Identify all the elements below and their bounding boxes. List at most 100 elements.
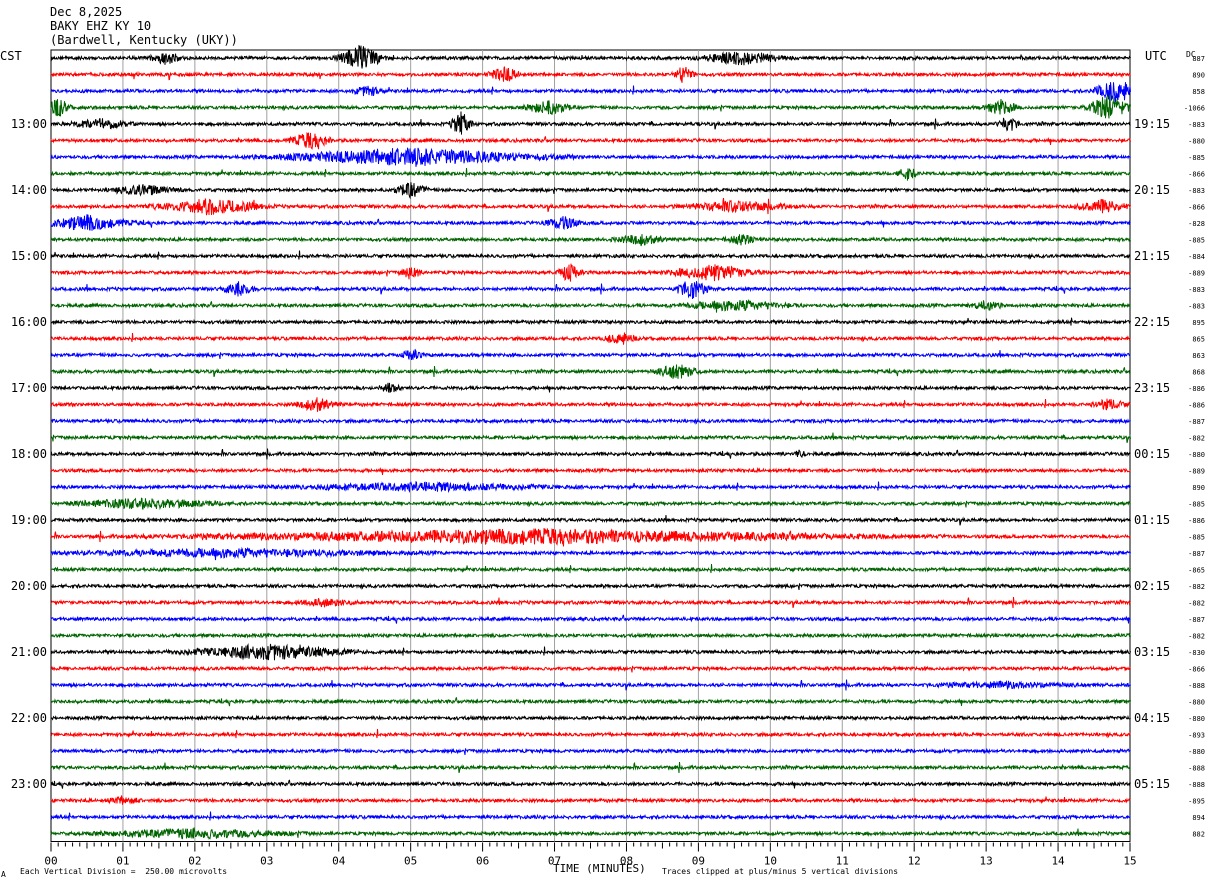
seismic-trace-23 <box>51 432 1131 443</box>
seismic-trace-11 <box>50 234 1131 247</box>
x-tick-label: 14 <box>1051 855 1065 868</box>
x-axis-label: TIME (MINUTES) <box>553 862 646 875</box>
dc-offset-value: -887 <box>1188 418 1205 426</box>
dc-offset-value: -883 <box>1188 187 1205 195</box>
seismic-trace-1 <box>50 66 1131 83</box>
seismic-trace-34 <box>50 614 1131 624</box>
seismic-trace-43 <box>50 761 1131 774</box>
dc-offset-value: -883 <box>1188 286 1205 294</box>
seismic-trace-29 <box>50 527 1131 547</box>
seismic-trace-12 <box>50 250 1131 260</box>
dc-offset-value: -882 <box>1188 600 1205 608</box>
seismic-trace-47 <box>50 827 1131 840</box>
left-hour-label: 23:00 <box>11 777 47 791</box>
seismic-trace-27 <box>50 497 1131 511</box>
left-hour-label: 19:00 <box>11 513 47 527</box>
dc-offset-value: 894 <box>1192 814 1205 822</box>
seismic-trace-5 <box>50 131 1131 150</box>
dc-offset-value: -889 <box>1188 468 1205 476</box>
seismic-trace-9 <box>50 197 1131 216</box>
x-tick-label: 05 <box>404 855 417 868</box>
dc-offset-value: -882 <box>1188 435 1205 443</box>
dc-offset-value: -883 <box>1188 303 1205 311</box>
plot-frame <box>50 49 1131 842</box>
seismic-trace-8 <box>50 182 1131 200</box>
seismic-trace-46 <box>50 811 1131 821</box>
seismic-trace-16 <box>50 317 1131 326</box>
seismic-trace-18 <box>50 348 1131 360</box>
dc-offset-value: -1066 <box>1184 105 1205 113</box>
seismic-trace-45 <box>50 795 1131 805</box>
scale-note: Each Vertical Division = 250.00 microvol… <box>20 867 228 876</box>
seismic-trace-13 <box>50 263 1131 282</box>
left-hour-label: 21:00 <box>11 645 47 659</box>
right-hour-label: 23:15 <box>1134 381 1170 395</box>
dc-offset-value: 865 <box>1192 336 1205 344</box>
dc-offset-value: 890 <box>1192 484 1205 492</box>
right-hour-label: 22:15 <box>1134 315 1170 329</box>
seismic-trace-15 <box>50 298 1131 313</box>
seismic-trace-3 <box>50 94 1131 119</box>
seismic-trace-14 <box>50 281 1131 300</box>
x-tick-label: 11 <box>836 855 849 868</box>
dc-offset-value: -880 <box>1188 138 1205 146</box>
left-hour-label: 15:00 <box>11 249 47 263</box>
dc-offset-value: -888 <box>1188 781 1205 789</box>
dc-offset-value: -885 <box>1188 534 1205 542</box>
dc-offset-value: 890 <box>1192 72 1205 80</box>
dc-offset-value: -888 <box>1188 765 1205 773</box>
right-hour-label: 21:15 <box>1134 249 1170 263</box>
dc-offset-value: -886 <box>1188 385 1205 393</box>
dc-offset-value: -880 <box>1188 748 1205 756</box>
dc-offset-value: -866 <box>1188 171 1205 179</box>
seismic-trace-38 <box>50 679 1131 691</box>
seismic-trace-42 <box>50 747 1131 755</box>
dc-offset-value: -887 <box>1188 616 1205 624</box>
dc-offset-value: -828 <box>1188 220 1205 228</box>
dc-offset-value: -886 <box>1188 402 1205 410</box>
dc-offset-value: -889 <box>1188 270 1205 278</box>
x-tick-label: 00 <box>44 855 57 868</box>
seismic-trace-2 <box>50 82 1131 103</box>
seismic-trace-19 <box>51 364 1131 379</box>
seismic-trace-0 <box>50 44 1131 69</box>
seismic-trace-37 <box>50 664 1131 673</box>
seismic-trace-20 <box>50 382 1131 393</box>
seismic-trace-17 <box>50 332 1131 345</box>
right-hour-label: 19:15 <box>1134 117 1170 131</box>
seismic-trace-31 <box>50 563 1131 574</box>
dc-offset-value: -886 <box>1188 517 1205 525</box>
x-tick-label: 13 <box>980 855 993 868</box>
right-hour-label: 03:15 <box>1134 645 1170 659</box>
left-hour-label: 17:00 <box>11 381 47 395</box>
corner-mark: A <box>1 870 6 879</box>
dc-offset-value: -887 <box>1188 550 1205 558</box>
right-hour-label: 05:15 <box>1134 777 1170 791</box>
left-hour-label: 22:00 <box>11 711 47 725</box>
dc-offset-value: -880 <box>1188 715 1205 723</box>
dc-offset-value: -866 <box>1188 204 1205 212</box>
left-hour-label: 18:00 <box>11 447 47 461</box>
dc-offset-value: -883 <box>1188 121 1205 129</box>
seismic-trace-44 <box>50 779 1131 789</box>
x-tick-label: 01 <box>116 855 129 868</box>
seismic-trace-21 <box>50 397 1131 412</box>
seismic-trace-4 <box>50 111 1131 135</box>
x-tick-label: 03 <box>260 855 273 868</box>
left-hour-label: 14:00 <box>11 183 47 197</box>
dc-offset-value: -866 <box>1188 666 1205 674</box>
helicorder-plot: 00 01 02 03 04 05 06 07 08 09 10 11 12 13 14 1513:0014:… <box>11 44 1205 868</box>
seismic-trace-32 <box>51 582 1131 590</box>
x-tick-label: 09 <box>692 855 705 868</box>
x-tick-label: 15 <box>1123 855 1136 868</box>
dc-offset-value: 895 <box>1192 319 1205 327</box>
dc-offset-value: -884 <box>1188 253 1205 261</box>
dc-offset-value: -880 <box>1188 699 1205 707</box>
dc-offset-value: -882 <box>1188 583 1205 591</box>
dc-offset-value: -893 <box>1188 732 1205 740</box>
right-hour-label: 00:15 <box>1134 447 1170 461</box>
dc-offset-value: -888 <box>1188 682 1205 690</box>
x-tick-label: 02 <box>188 855 201 868</box>
clip-note: Traces clipped at plus/minus 5 vertical … <box>662 867 899 876</box>
left-hour-label: 20:00 <box>11 579 47 593</box>
